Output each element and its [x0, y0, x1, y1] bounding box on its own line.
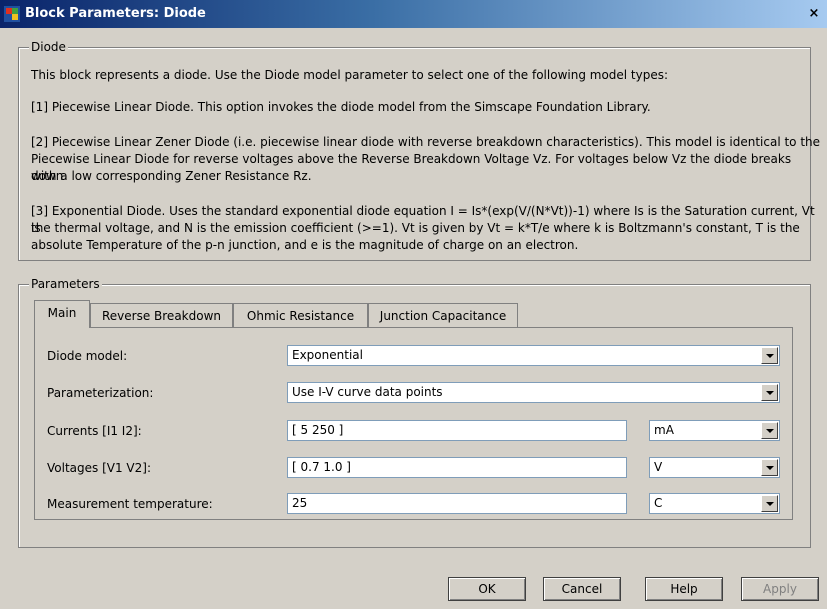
description-line: absolute Temperature of the p-n junction…	[31, 238, 579, 252]
chevron-down-icon[interactable]	[761, 422, 778, 439]
chevron-down-icon[interactable]	[761, 495, 778, 512]
chevron-down-icon[interactable]	[761, 347, 778, 364]
tab-main[interactable]: Main	[34, 300, 90, 328]
tab-junction-capacitance[interactable]: Junction Capacitance	[368, 303, 518, 327]
currents-unit-dropdown[interactable]: mA	[649, 420, 780, 441]
temperature-unit-value: C	[654, 496, 663, 510]
title-bar: Block Parameters: Diode ×	[0, 0, 827, 28]
temperature-unit-dropdown[interactable]: C	[649, 493, 780, 514]
temperature-input[interactable]: 25	[287, 493, 627, 514]
voltages-input[interactable]: [ 0.7 1.0 ]	[287, 457, 627, 478]
currents-unit-value: mA	[654, 423, 674, 437]
help-button[interactable]: Help	[645, 577, 723, 601]
chevron-down-icon[interactable]	[761, 384, 778, 401]
close-icon[interactable]: ×	[807, 7, 821, 21]
currents-label: Currents [I1 I2]:	[47, 424, 142, 438]
parameterization-dropdown[interactable]: Use I-V curve data points	[287, 382, 780, 403]
voltages-label: Voltages [V1 V2]:	[47, 461, 151, 475]
description-line: [2] Piecewise Linear Zener Diode (i.e. p…	[31, 135, 821, 149]
description-line: This block represents a diode. Use the D…	[31, 68, 669, 82]
diode-group-legend: Diode	[29, 40, 68, 54]
window-title: Block Parameters: Diode	[25, 6, 206, 21]
voltages-unit-dropdown[interactable]: V	[649, 457, 780, 478]
cancel-button[interactable]: Cancel	[543, 577, 621, 601]
parameters-group-legend: Parameters	[29, 277, 102, 291]
voltages-unit-value: V	[654, 460, 663, 474]
ok-button[interactable]: OK	[448, 577, 526, 601]
parameterization-label: Parameterization:	[47, 386, 154, 400]
temperature-label: Measurement temperature:	[47, 497, 213, 511]
description-line: the thermal voltage, and N is the emissi…	[31, 221, 800, 235]
diode-model-label: Diode model:	[47, 349, 128, 363]
tab-reverse-breakdown[interactable]: Reverse Breakdown	[90, 303, 233, 327]
parameterization-value: Use I-V curve data points	[292, 385, 443, 399]
chevron-down-icon[interactable]	[761, 459, 778, 476]
diode-model-value: Exponential	[292, 348, 363, 362]
tab-ohmic-resistance[interactable]: Ohmic Resistance	[233, 303, 368, 327]
currents-input[interactable]: [ 5 250 ]	[287, 420, 627, 441]
apply-button[interactable]: Apply	[741, 577, 819, 601]
diode-model-dropdown[interactable]: Exponential	[287, 345, 780, 366]
description-line: with a low corresponding Zener Resistanc…	[31, 169, 312, 183]
simulink-block-icon	[4, 6, 20, 22]
description-line: [1] Piecewise Linear Diode. This option …	[31, 100, 651, 114]
